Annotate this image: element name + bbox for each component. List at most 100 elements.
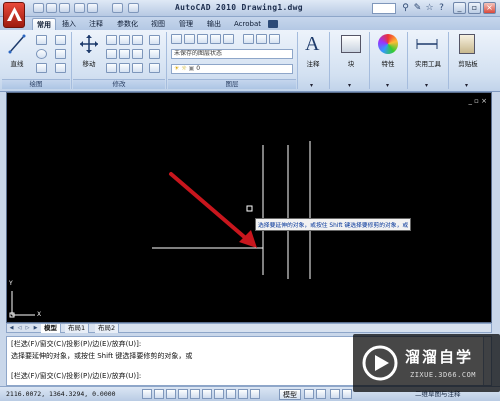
draw-panel-label[interactable]: 绘图 [2,79,70,89]
drawing-canvas[interactable]: Y X _ ▫ × 选择要延伸的对象，或按住 Shift 键选择要修剪的对象，或 [6,92,492,323]
next-layout-icon[interactable]: ▷ [24,325,31,332]
clipboard-icon[interactable] [459,34,475,54]
new-file-icon[interactable] [33,3,44,13]
dyn-toggle[interactable] [226,389,236,399]
search-icon[interactable]: ⚲ [400,3,411,14]
tab-output[interactable]: 输出 [203,18,225,30]
quick-view-layouts-icon[interactable] [304,389,314,399]
chevron-down-icon[interactable]: ▾ [348,82,351,89]
layer-off-icon[interactable] [210,34,221,44]
application-menu-button[interactable] [3,2,25,28]
block-label[interactable]: 块 [338,58,364,68]
otrack-toggle[interactable] [202,389,212,399]
ribbon-toggle-icon[interactable] [268,20,278,28]
tab-home[interactable]: 常用 [32,18,56,30]
help-icon[interactable]: ? [436,3,447,14]
array-icon[interactable] [132,63,143,73]
move-button-label[interactable]: 移动 [76,58,102,68]
snap-toggle[interactable] [142,389,152,399]
utilities-label[interactable]: 实用工具 [410,58,446,68]
layer-freeze-icon[interactable] [197,34,208,44]
model-space-button[interactable]: 模型 [279,389,301,400]
circle-icon[interactable] [36,49,47,59]
layer-previous-icon[interactable] [256,34,267,44]
qat-dropdown-icon[interactable] [128,3,139,13]
layer-lock-icon[interactable] [223,34,234,44]
tab-acrobat[interactable]: Acrobat [230,18,265,30]
hatch-icon[interactable] [55,63,66,73]
tab-parametric[interactable]: 参数化 [113,18,142,30]
layer-match-icon[interactable] [243,34,254,44]
offset-icon[interactable] [149,63,160,73]
tab-layout2[interactable]: 布局2 [95,324,120,333]
trim-icon[interactable] [119,35,130,45]
layers-panel-label[interactable]: 图层 [168,79,296,89]
annotation-label[interactable]: 注释 [300,58,326,68]
stretch-icon[interactable] [106,63,117,73]
grid-toggle[interactable] [154,389,164,399]
explode-icon[interactable] [149,49,160,59]
save-icon[interactable] [59,3,70,13]
search-input[interactable] [372,3,396,14]
layer-state-dropdown[interactable]: 未保存的图层状态 [171,49,293,59]
tab-annotate[interactable]: 注释 [85,18,107,30]
chevron-down-icon[interactable]: ▾ [465,82,468,89]
tab-insert[interactable]: 插入 [58,18,80,30]
tab-layout1[interactable]: 布局1 [65,324,90,333]
quick-view-drawings-icon[interactable] [316,389,326,399]
polygon-icon[interactable] [55,49,66,59]
last-layout-icon[interactable]: ▶ [32,325,39,332]
ducs-toggle[interactable] [214,389,224,399]
tab-view[interactable]: 视图 [147,18,169,30]
clipboard-label[interactable]: 剪贴板 [452,58,484,68]
chevron-down-icon[interactable]: ▾ [386,82,389,89]
tab-manage[interactable]: 管理 [175,18,197,30]
open-file-icon[interactable] [46,3,57,13]
layer-isolate-icon[interactable] [184,34,195,44]
line-icon[interactable] [8,33,26,55]
favorites-star-icon[interactable]: ☆ [424,3,435,14]
text-a-icon[interactable]: A [305,33,319,56]
fillet-icon[interactable] [132,49,143,59]
block-icon[interactable] [341,35,361,53]
chevron-down-icon[interactable]: ▾ [310,82,313,89]
polar-toggle[interactable] [178,389,188,399]
layer-properties-icon[interactable] [171,34,182,44]
quick-properties-toggle[interactable] [250,389,260,399]
current-layer-dropdown[interactable]: ☀ ☼ ▣ 0 [171,64,293,74]
modify-panel-label[interactable]: 修改 [73,79,165,89]
minimize-button[interactable]: _ [453,2,466,14]
properties-label[interactable]: 特性 [374,58,402,68]
line-button-label[interactable]: 直线 [5,58,29,68]
erase-icon[interactable] [149,35,160,45]
close-button[interactable]: × [483,2,496,14]
coordinate-readout[interactable]: 2116.0072, 1364.3294, 0.0000 [6,390,116,398]
rectangle-icon[interactable] [55,35,66,45]
arc-icon[interactable] [36,63,47,73]
first-layout-icon[interactable]: ◀ [8,325,15,332]
lineweight-toggle[interactable] [238,389,248,399]
extend-icon[interactable] [132,35,143,45]
scale-icon[interactable] [119,63,130,73]
copy-icon[interactable] [106,49,117,59]
rotate-icon[interactable] [106,35,117,45]
osnap-toggle[interactable] [190,389,200,399]
polyline-icon[interactable] [36,35,47,45]
viewport-controls[interactable]: _ ▫ × [468,97,487,105]
chevron-down-icon[interactable]: ▾ [425,82,428,89]
redo-icon[interactable] [87,3,98,13]
mirror-icon[interactable] [119,49,130,59]
tab-model[interactable]: 模型 [41,324,61,333]
measure-icon[interactable] [416,38,438,50]
communication-center-icon[interactable]: ✎ [412,3,423,14]
command-prompt-line[interactable]: [栏选(F)/窗交(C)/投影(P)/边(E)/放弃(U)]: [11,371,141,381]
prev-layout-icon[interactable]: ◁ [16,325,23,332]
maximize-button[interactable]: ▫ [468,2,481,14]
ortho-toggle[interactable] [166,389,176,399]
print-icon[interactable] [112,3,123,13]
pan-icon[interactable] [330,389,340,399]
layer-walk-icon[interactable] [269,34,280,44]
color-wheel-icon[interactable] [378,34,398,54]
undo-icon[interactable] [74,3,85,13]
zoom-icon[interactable] [342,389,352,399]
